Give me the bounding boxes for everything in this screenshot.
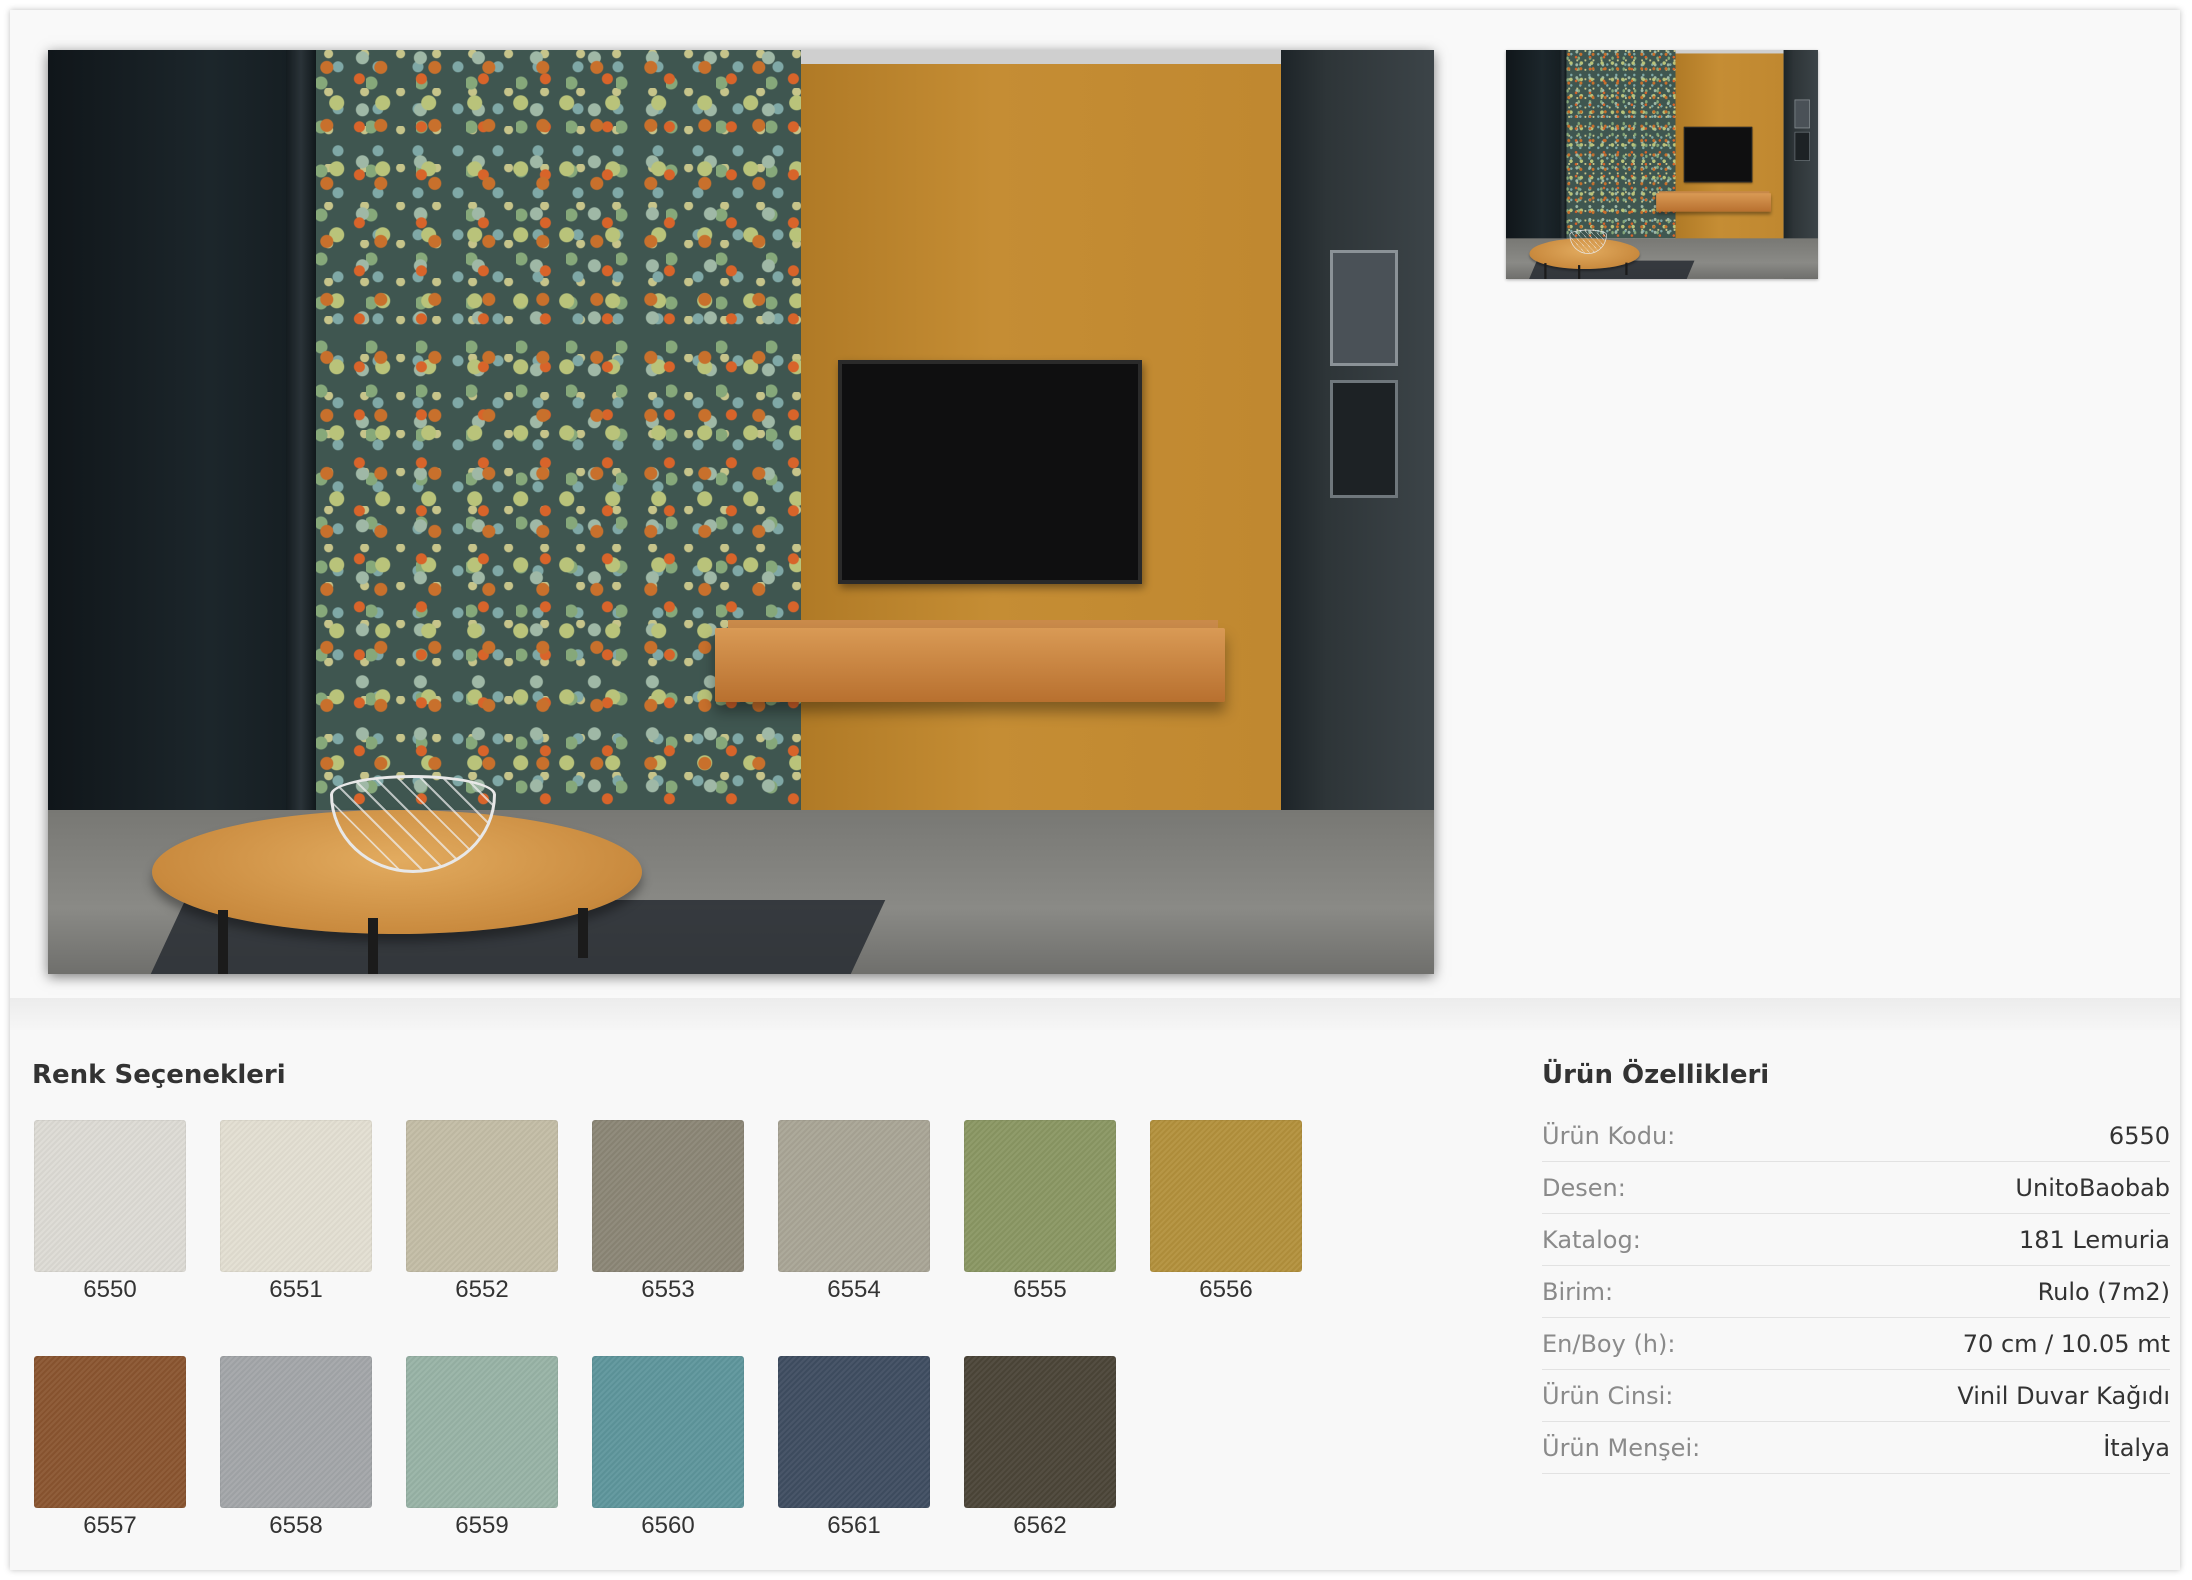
property-row-product-code: Ürün Kodu: 6550 — [1542, 1110, 2170, 1162]
color-swatch-6550[interactable]: 6550 — [34, 1120, 186, 1304]
product-gallery — [10, 10, 2180, 998]
property-value: Rulo (7m2) — [2037, 1277, 2170, 1306]
property-value: 6550 — [2108, 1121, 2170, 1150]
swatch-code: 6551 — [269, 1276, 323, 1303]
product-properties-title: Ürün Özellikleri — [1542, 1060, 1770, 1090]
swatch-color-box — [964, 1356, 1116, 1508]
swatch-code: 6554 — [827, 1276, 881, 1303]
swatch-code: 6558 — [269, 1512, 323, 1539]
color-swatch-6557[interactable]: 6557 — [34, 1356, 186, 1540]
product-page: Renk Seçenekleri 6550 6551 6552 6553 655… — [10, 10, 2180, 1570]
property-value: Vinil Duvar Kağıdı — [1957, 1381, 2170, 1410]
color-swatch-6558[interactable]: 6558 — [220, 1356, 372, 1540]
swatch-code: 6560 — [641, 1512, 695, 1539]
swatch-code: 6556 — [1199, 1276, 1253, 1303]
property-row-product-type: Ürün Cinsi: Vinil Duvar Kağıdı — [1542, 1370, 2170, 1422]
swatch-color-box — [406, 1120, 558, 1272]
property-row-pattern: Desen: UnitoBaobab — [1542, 1162, 2170, 1214]
swatch-code: 6562 — [1013, 1512, 1067, 1539]
room-scene-thumbnail — [1506, 50, 1818, 279]
color-swatch-6551[interactable]: 6551 — [220, 1120, 372, 1304]
property-label: Ürün Menşei: — [1542, 1433, 1701, 1462]
swatch-code: 6557 — [83, 1512, 137, 1539]
property-label: Birim: — [1542, 1277, 1614, 1306]
property-row-unit: Birim: Rulo (7m2) — [1542, 1266, 2170, 1318]
property-label: Ürün Kodu: — [1542, 1121, 1676, 1150]
swatch-code: 6550 — [83, 1276, 137, 1303]
swatch-color-box — [778, 1120, 930, 1272]
section-divider — [10, 998, 2180, 1030]
gallery-thumbnail[interactable] — [1506, 50, 1818, 279]
property-value: 181 Lemuria — [2019, 1225, 2170, 1254]
color-swatch-6562[interactable]: 6562 — [964, 1356, 1116, 1540]
swatch-color-box — [34, 1120, 186, 1272]
swatch-color-box — [406, 1356, 558, 1508]
product-properties-table: Ürün Kodu: 6550 Desen: UnitoBaobab Katal… — [1542, 1110, 2170, 1474]
color-swatch-6559[interactable]: 6559 — [406, 1356, 558, 1540]
property-row-origin: Ürün Menşei: İtalya — [1542, 1422, 2170, 1474]
room-scene — [48, 50, 1434, 974]
swatch-code: 6552 — [455, 1276, 509, 1303]
swatch-code: 6559 — [455, 1512, 509, 1539]
color-swatch-6555[interactable]: 6555 — [964, 1120, 1116, 1304]
swatch-color-box — [34, 1356, 186, 1508]
property-label: Desen: — [1542, 1173, 1626, 1202]
property-value: UnitoBaobab — [2015, 1173, 2170, 1202]
swatch-color-box — [220, 1356, 372, 1508]
property-label: En/Boy (h): — [1542, 1329, 1676, 1358]
swatch-color-box — [220, 1120, 372, 1272]
swatch-color-box — [1150, 1120, 1302, 1272]
color-swatch-6554[interactable]: 6554 — [778, 1120, 930, 1304]
color-swatch-6556[interactable]: 6556 — [1150, 1120, 1302, 1304]
property-row-dimensions: En/Boy (h): 70 cm / 10.05 mt — [1542, 1318, 2170, 1370]
color-swatch-6552[interactable]: 6552 — [406, 1120, 558, 1304]
property-value: İtalya — [2103, 1433, 2170, 1462]
color-swatch-6553[interactable]: 6553 — [592, 1120, 744, 1304]
property-label: Ürün Cinsi: — [1542, 1381, 1674, 1410]
property-row-catalog: Katalog: 181 Lemuria — [1542, 1214, 2170, 1266]
main-product-image[interactable] — [48, 50, 1434, 974]
color-swatch-6561[interactable]: 6561 — [778, 1356, 930, 1540]
swatch-color-box — [592, 1356, 744, 1508]
property-value: 70 cm / 10.05 mt — [1962, 1329, 2170, 1358]
property-label: Katalog: — [1542, 1225, 1641, 1254]
color-options-title: Renk Seçenekleri — [32, 1060, 286, 1090]
swatch-color-box — [964, 1120, 1116, 1272]
swatch-code: 6555 — [1013, 1276, 1067, 1303]
swatch-color-box — [778, 1356, 930, 1508]
swatch-code: 6561 — [827, 1512, 881, 1539]
color-swatch-6560[interactable]: 6560 — [592, 1356, 744, 1540]
swatch-code: 6553 — [641, 1276, 695, 1303]
swatch-color-box — [592, 1120, 744, 1272]
